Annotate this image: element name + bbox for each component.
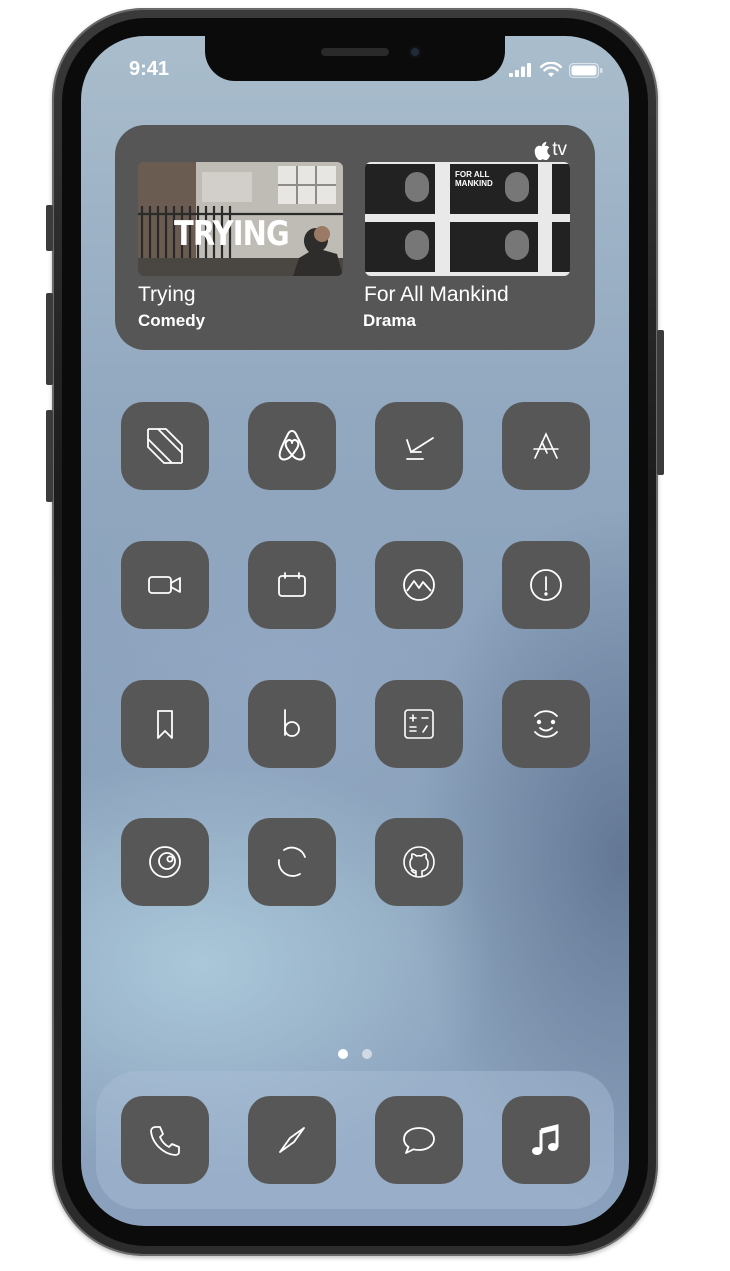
for-all-mankind-thumbnail[interactable]: FOR ALL MANKIND (365, 162, 570, 276)
trying-thumbnail[interactable]: TRYING (138, 162, 343, 276)
loading-app[interactable] (248, 818, 336, 906)
news-icon (147, 428, 183, 464)
info-app[interactable] (502, 541, 590, 629)
loading-circle-icon (277, 846, 306, 877)
apple-tv-brand: tv (552, 139, 567, 160)
side-button-volume-down (46, 410, 53, 502)
side-button-silent (46, 205, 53, 251)
bold-b-icon (284, 709, 300, 737)
github-app[interactable] (375, 818, 463, 906)
calculator-icon (404, 709, 434, 739)
music-app[interactable] (502, 1096, 590, 1184)
trying-thumbnail-text: TRYING (174, 214, 290, 254)
music-icon (532, 1124, 559, 1155)
fam-thumbnail-text: FOR ALL MANKIND (455, 170, 493, 188)
bookmark-icon (157, 710, 173, 739)
status-time: 9:41 (129, 58, 170, 80)
calculator-app[interactable] (375, 680, 463, 768)
apple-logo-icon (534, 141, 551, 160)
bookmark-app[interactable] (121, 680, 209, 768)
side-button-power (657, 330, 664, 475)
airbnb-icon (278, 430, 306, 461)
side-button-volume-up (46, 293, 53, 385)
photos-mountain-icon (403, 569, 435, 601)
widget-title-trying: Trying (138, 283, 196, 306)
calendar-icon (278, 572, 306, 597)
notes-signature-icon (406, 437, 434, 460)
b-app[interactable] (248, 680, 336, 768)
calendar-app[interactable] (248, 541, 336, 629)
github-icon (403, 846, 435, 878)
apple-tv-logo: tv (534, 139, 567, 161)
messages-app[interactable] (375, 1096, 463, 1184)
widget-genre-for-all-mankind: Drama (363, 311, 416, 330)
photos-app[interactable] (375, 541, 463, 629)
safari-app[interactable] (248, 1096, 336, 1184)
face-icon (534, 710, 558, 738)
facetime-icon (148, 576, 181, 594)
widget-title-for-all-mankind: For All Mankind (364, 283, 509, 306)
messages-icon (403, 1127, 435, 1154)
notes-app[interactable] (375, 402, 463, 490)
app-store-app[interactable] (502, 402, 590, 490)
wifi-icon (540, 62, 562, 77)
notch (205, 36, 505, 81)
phone-app[interactable] (121, 1096, 209, 1184)
apple-tv-widget[interactable]: tv TRYING Trying Comedy FOR ALL MANKIND … (115, 125, 595, 350)
home-screen: 9:41 tv TRYING Trying Comedy FOR ALL MAN… (81, 36, 629, 1226)
front-camera (409, 46, 421, 58)
battery-icon (569, 62, 603, 78)
status-icons (509, 62, 603, 78)
speaker-grille (321, 48, 389, 56)
face-app[interactable] (502, 680, 590, 768)
page-indicator[interactable] (338, 1049, 372, 1059)
signal-icon (509, 63, 531, 77)
airbnb-app[interactable] (248, 402, 336, 490)
info-icon (530, 569, 562, 601)
page-dot-1[interactable] (338, 1049, 348, 1059)
widget-genre-trying: Comedy (138, 311, 206, 330)
page-dot-2[interactable] (362, 1049, 372, 1059)
crunchyroll-icon (149, 846, 181, 878)
facetime-app[interactable] (121, 541, 209, 629)
app-store-icon (533, 432, 559, 459)
safari-compass-icon (279, 1127, 305, 1153)
phone-icon (150, 1126, 180, 1156)
news-app[interactable] (121, 402, 209, 490)
crunchyroll-app[interactable] (121, 818, 209, 906)
